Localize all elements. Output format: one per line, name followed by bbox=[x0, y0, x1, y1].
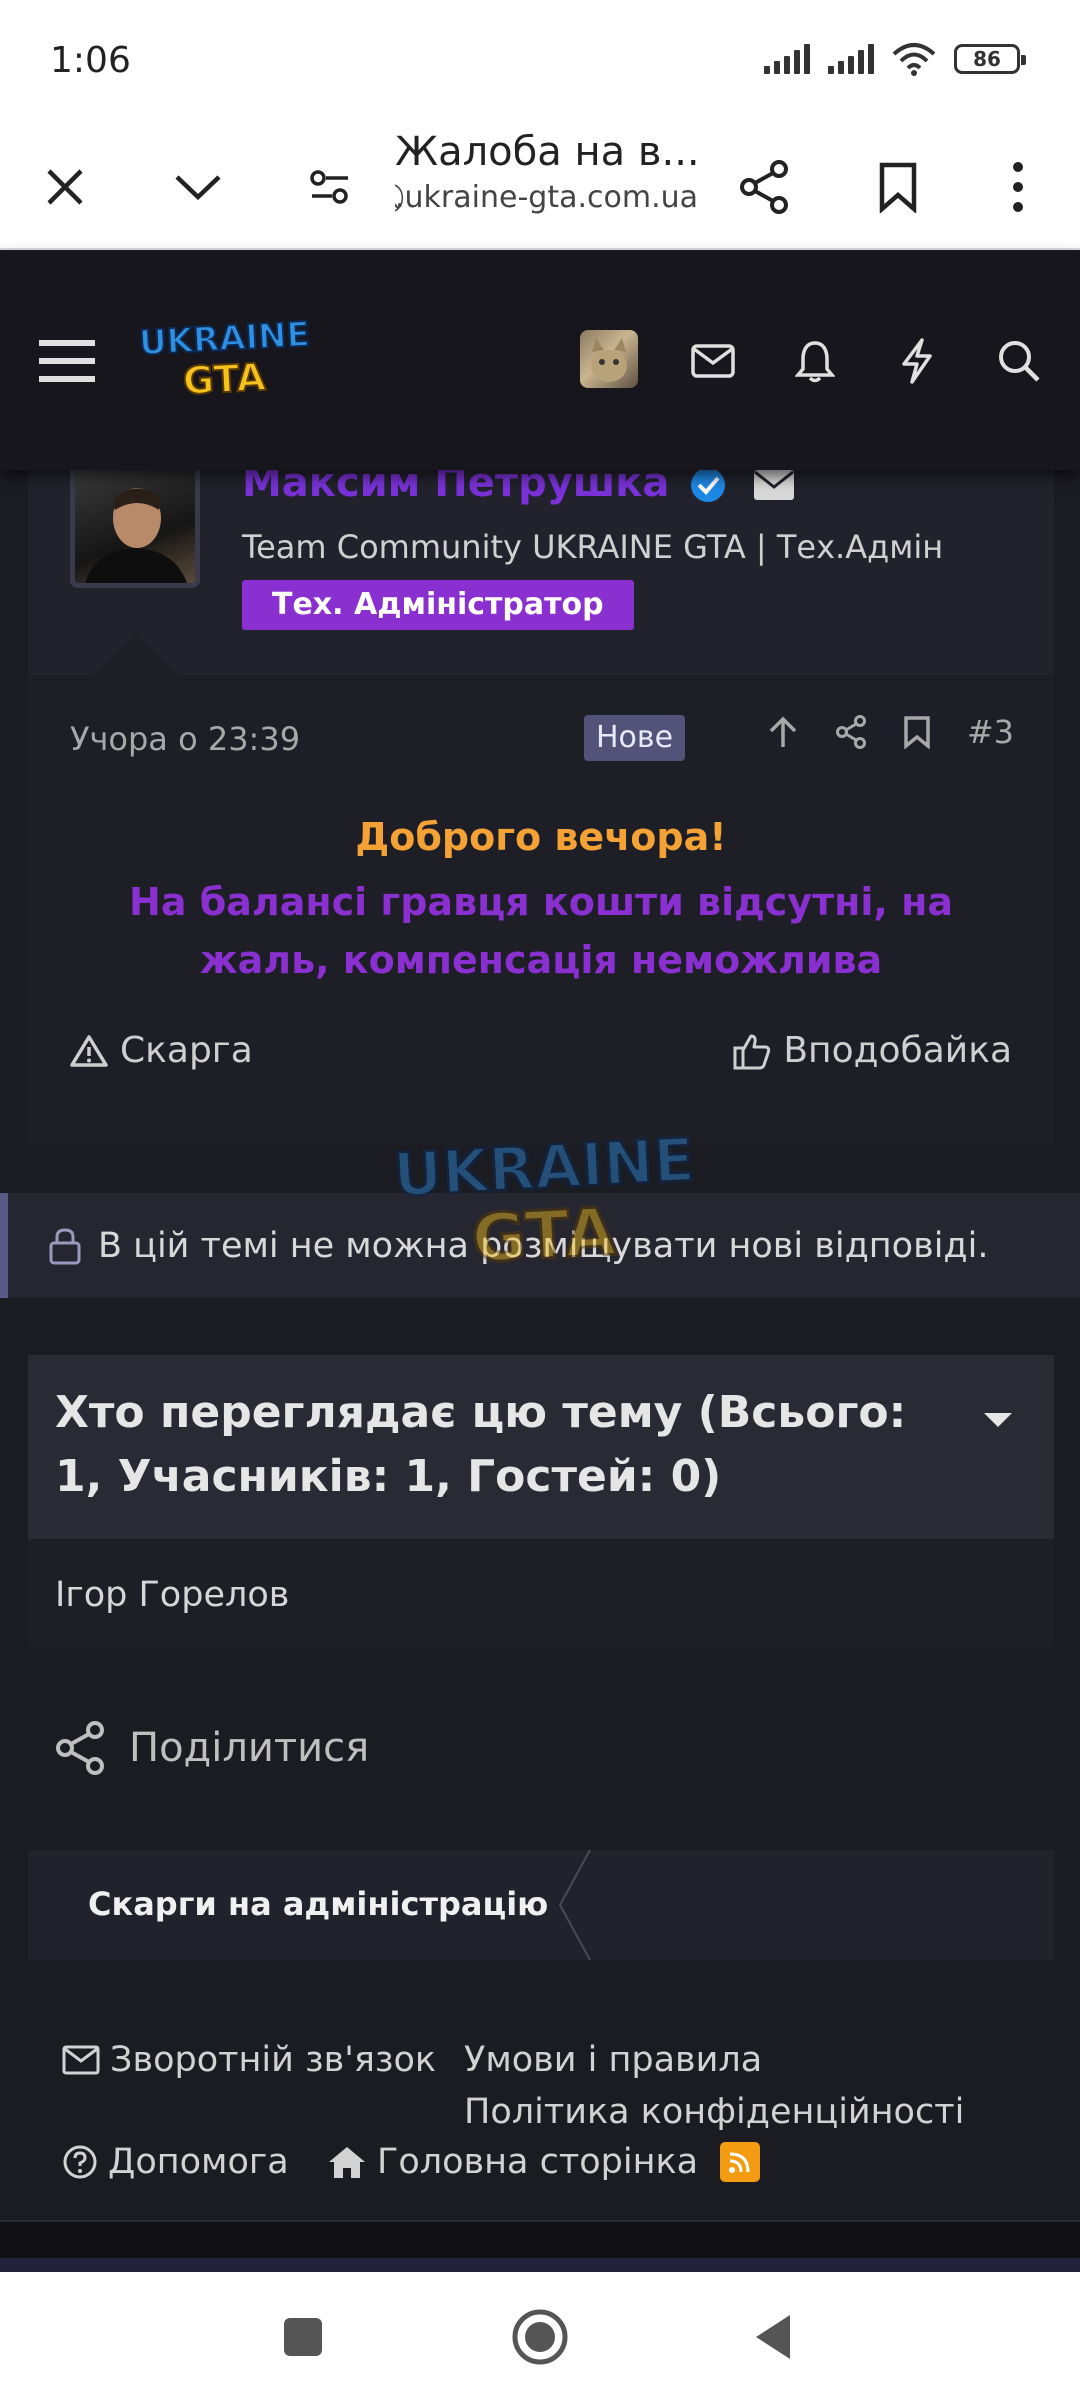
author-avatar[interactable] bbox=[70, 470, 200, 588]
system-nav-bar bbox=[0, 2272, 1080, 2400]
battery-level: 86 bbox=[973, 47, 1001, 71]
breadcrumb-separator bbox=[558, 1850, 591, 1960]
home-label: Головна сторінка bbox=[377, 2142, 699, 2182]
report-button[interactable]: Скарга bbox=[70, 1030, 253, 1071]
message-greeting: Доброго вечора! bbox=[355, 815, 727, 859]
terms-link[interactable]: Умови і правила bbox=[464, 2040, 762, 2080]
share-icon[interactable] bbox=[725, 147, 805, 227]
author-title: Team Community UKRAINE GTA | Тех.Адмін bbox=[242, 528, 944, 566]
site-logo[interactable]: UKRAINE GTA bbox=[140, 310, 310, 405]
author-role-badge: Тех. Адміністратор bbox=[242, 580, 634, 630]
rss-link[interactable] bbox=[720, 2142, 760, 2182]
thumbs-up-icon bbox=[733, 1034, 771, 1069]
share-post-icon[interactable] bbox=[835, 715, 867, 749]
viewer-name[interactable]: Ігор Горелов bbox=[55, 1575, 289, 1615]
signal-icon bbox=[764, 44, 810, 74]
caret-down-icon[interactable] bbox=[984, 1413, 1012, 1427]
privacy-link[interactable]: Політика конфіденційності bbox=[464, 2092, 964, 2132]
contact-label: Зворотній зв'язок bbox=[110, 2040, 437, 2080]
more-menu-icon[interactable] bbox=[978, 147, 1058, 227]
envelope-icon bbox=[62, 2045, 100, 2075]
envelope-icon[interactable] bbox=[753, 469, 795, 501]
contact-link[interactable]: Зворотній зв'язок bbox=[62, 2040, 436, 2080]
message-text: На балансі гравця кошти відсутні, на жал… bbox=[28, 873, 1054, 989]
post-date[interactable]: Учора о 23:39 bbox=[70, 720, 300, 758]
battery-indicator: 86 bbox=[954, 44, 1026, 74]
mail-icon[interactable] bbox=[678, 326, 748, 396]
close-icon[interactable] bbox=[25, 147, 105, 227]
breadcrumb-item[interactable]: Скарги на адміністрацію bbox=[88, 1885, 548, 1923]
viewers-block: Хто переглядає цю тему (Всього: 1, Учасн… bbox=[28, 1355, 1054, 1647]
watermark-logo: UKRAINE GTA bbox=[395, 1124, 695, 1278]
viewers-header[interactable]: Хто переглядає цю тему (Всього: 1, Учасн… bbox=[28, 1355, 1054, 1539]
arrow-up-icon[interactable] bbox=[767, 715, 799, 749]
post-body: Учора о 23:39 Нове #3 Доброго вечора! На… bbox=[28, 675, 1054, 1145]
post-actions: #3 bbox=[767, 713, 1014, 751]
help-label: Допомога bbox=[108, 2142, 289, 2182]
author-pointer bbox=[94, 635, 178, 675]
page-url[interactable]: ⃠.ukraine-gta.com.ua bbox=[395, 180, 725, 215]
status-bar: 1:06 86 bbox=[0, 0, 1080, 125]
rss-icon bbox=[720, 2142, 760, 2182]
verified-icon bbox=[691, 468, 726, 502]
post-author-block: Максим Петрушка Team Community UKRAINE G… bbox=[28, 460, 1054, 675]
search-icon[interactable] bbox=[984, 326, 1054, 396]
wifi-icon bbox=[892, 43, 936, 76]
lightning-icon[interactable] bbox=[882, 326, 952, 396]
site-settings-icon[interactable] bbox=[290, 147, 370, 227]
help-icon bbox=[63, 2145, 97, 2179]
warning-icon bbox=[70, 1034, 108, 1067]
like-label: Вподобайка bbox=[783, 1030, 1012, 1071]
home-icon bbox=[329, 2147, 365, 2178]
status-icons: 86 bbox=[764, 42, 1026, 76]
recents-button[interactable] bbox=[268, 2302, 338, 2372]
viewers-title: Хто переглядає цю тему (Всього: 1, Учасн… bbox=[55, 1387, 907, 1502]
status-time: 1:06 bbox=[50, 40, 131, 81]
svg-text:GTA: GTA bbox=[182, 355, 268, 403]
lock-icon bbox=[49, 1227, 81, 1264]
home-link[interactable]: Головна сторінка bbox=[327, 2142, 698, 2182]
bell-icon[interactable] bbox=[780, 326, 850, 396]
like-button[interactable]: Вподобайка bbox=[733, 1030, 1012, 1071]
chevron-down-icon[interactable] bbox=[158, 147, 238, 227]
breadcrumb: Скарги на адміністрацію bbox=[28, 1850, 1054, 1960]
new-badge: Нове bbox=[584, 715, 686, 761]
share-icon bbox=[56, 1721, 104, 1775]
svg-text:GTA: GTA bbox=[470, 1193, 618, 1277]
post-number[interactable]: #3 bbox=[967, 713, 1014, 751]
message-text-content: На балансі гравця кошти відсутні, на жал… bbox=[129, 880, 953, 982]
user-avatar-icon[interactable] bbox=[580, 330, 638, 388]
page-title[interactable]: Жалоба на в... bbox=[395, 127, 725, 177]
bookmark-icon[interactable] bbox=[858, 147, 938, 227]
site-header: UKRAINE GTA bbox=[0, 252, 1080, 470]
home-button[interactable] bbox=[505, 2302, 575, 2372]
share-label: Поділитися bbox=[129, 1725, 370, 1771]
share-button[interactable]: Поділитися bbox=[55, 1720, 369, 1776]
footer-accent bbox=[0, 2258, 1080, 2272]
hamburger-menu-icon[interactable] bbox=[32, 326, 102, 396]
signal-icon-2 bbox=[828, 44, 874, 74]
back-button[interactable] bbox=[738, 2302, 808, 2372]
browser-toolbar: Жалоба на в... ⃠.ukraine-gta.com.ua bbox=[0, 125, 1080, 250]
bookmark-post-icon[interactable] bbox=[903, 715, 931, 749]
post-footer: Скарга Вподобайка bbox=[70, 1030, 1012, 1071]
report-label: Скарга bbox=[120, 1030, 253, 1071]
help-link[interactable]: Допомога bbox=[62, 2142, 289, 2182]
